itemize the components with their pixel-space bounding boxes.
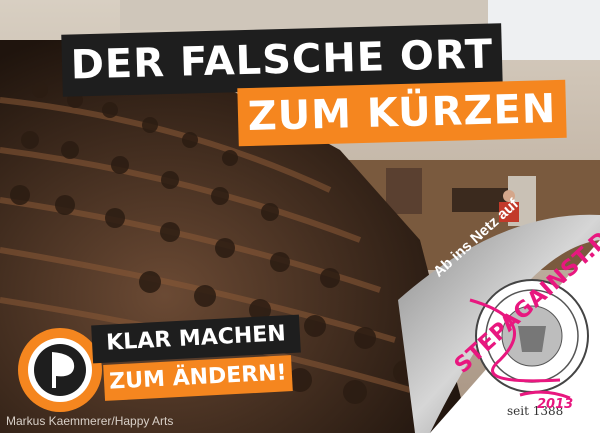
pirate-party-sail-icon <box>18 328 102 412</box>
projection-screen <box>488 0 600 60</box>
seal-scribble-year: 2013 <box>537 397 574 412</box>
pirate-party-logo <box>16 326 104 414</box>
photo-credit: Markus Kaemmerer/Happy Arts <box>6 414 174 428</box>
headline-line-2: ZUM KÜRZEN <box>237 79 567 147</box>
lectern <box>386 168 422 214</box>
